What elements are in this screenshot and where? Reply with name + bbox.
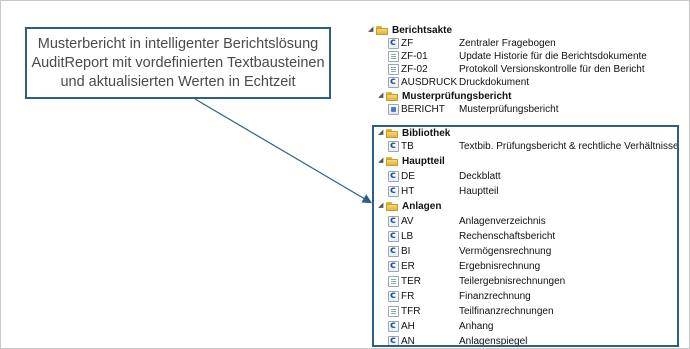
tree-item[interactable]: AN Anlagenspiegel bbox=[388, 335, 527, 347]
item-desc: Anlagenverzeichnis bbox=[459, 215, 546, 227]
tree-item[interactable]: DE Deckblatt bbox=[388, 170, 501, 182]
tree-item[interactable]: HT Hauptteil bbox=[388, 185, 498, 197]
folder-icon bbox=[385, 91, 399, 101]
expand-triangle-icon[interactable]: ◢ bbox=[368, 24, 375, 36]
item-desc: Teilfinanzrechnungen bbox=[459, 305, 554, 317]
folder-label: Berichtsakte bbox=[392, 24, 453, 36]
tree-item[interactable]: ZF Zentraler Fragebogen bbox=[388, 37, 556, 49]
item-code: HT bbox=[401, 185, 415, 197]
item-desc: Protokoll Versionskontrolle für den Beri… bbox=[459, 63, 645, 75]
item-code: TB bbox=[401, 140, 414, 152]
tree-item[interactable]: TFR Teilfinanzrechnungen bbox=[388, 305, 554, 317]
tree-folder-berichtsakte[interactable]: ◢ Berichtsakte bbox=[368, 24, 452, 36]
folder-label: Hauptteil bbox=[402, 155, 445, 167]
tree-item[interactable]: BI Vermögensrechnung bbox=[388, 245, 551, 257]
folder-icon bbox=[385, 156, 399, 166]
tree-folder-hauptteil[interactable]: ◢ Hauptteil bbox=[378, 155, 445, 167]
folder-label: Musterprüfungsbericht bbox=[402, 90, 512, 102]
folder-label: Anlagen bbox=[402, 200, 442, 212]
item-desc: Musterprüfungsbericht bbox=[459, 103, 559, 115]
item-code: TER bbox=[401, 275, 421, 287]
tree-item[interactable]: TER Teilergebnisrechnungen bbox=[388, 275, 565, 287]
c-doc-icon bbox=[388, 170, 399, 182]
c-doc-icon bbox=[388, 140, 399, 152]
item-code: ER bbox=[401, 260, 415, 272]
item-code: LB bbox=[401, 230, 414, 242]
blank-doc-icon bbox=[388, 305, 399, 317]
c-doc-icon bbox=[388, 76, 399, 88]
folder-label: Bibliothek bbox=[402, 127, 451, 139]
c-doc-icon bbox=[388, 230, 399, 242]
item-desc: Finanzrechnung bbox=[459, 290, 531, 302]
c-doc-icon bbox=[388, 260, 399, 272]
c-doc-icon bbox=[388, 37, 399, 49]
tree-item[interactable]: ZF-01 Update Historie für die Berichtsdo… bbox=[388, 50, 647, 62]
item-desc: Teilergebnisrechnungen bbox=[459, 275, 566, 287]
tree-item[interactable]: AH Anhang bbox=[388, 320, 493, 332]
item-desc: Vermögensrechnung bbox=[459, 245, 552, 257]
c-doc-icon bbox=[388, 185, 399, 197]
folder-icon bbox=[385, 128, 399, 138]
item-code: BERICHT bbox=[401, 103, 445, 115]
item-desc: Textbib. Prüfungsbericht & rechtliche Ve… bbox=[459, 140, 679, 152]
tree-item[interactable]: TB Textbib. Prüfungsbericht & rechtliche… bbox=[388, 140, 679, 152]
callout-line-3: und aktualisierten Werten in Echtzeit bbox=[60, 73, 296, 90]
item-code: ZF bbox=[401, 37, 414, 49]
expand-triangle-icon[interactable]: ◢ bbox=[378, 90, 385, 102]
item-code: BI bbox=[401, 245, 411, 257]
expand-triangle-icon[interactable]: ◢ bbox=[378, 200, 385, 212]
callout-box: Musterbericht in intelligenter Berichtsl… bbox=[25, 27, 331, 99]
folder-icon bbox=[375, 25, 389, 35]
item-code: AUSDRUCK bbox=[401, 76, 458, 88]
item-code: AN bbox=[401, 335, 415, 347]
callout-line-1: Musterbericht in intelligenter Berichtsl… bbox=[37, 35, 319, 52]
item-desc: Ergebnisrechnung bbox=[459, 260, 541, 272]
item-code: TFR bbox=[401, 305, 421, 317]
blank-doc-icon bbox=[388, 63, 399, 75]
c-doc-icon bbox=[388, 290, 399, 302]
tree-folder-bibliothek[interactable]: ◢ Bibliothek bbox=[378, 127, 450, 139]
item-desc: Hauptteil bbox=[459, 185, 499, 197]
blank-doc-icon bbox=[388, 50, 399, 62]
item-desc: Zentraler Fragebogen bbox=[459, 37, 556, 49]
callout-line-2: AuditReport mit vordefinierten Textbaust… bbox=[31, 54, 325, 71]
tree-item[interactable]: FR Finanzrechnung bbox=[388, 290, 531, 302]
c-doc-icon bbox=[388, 215, 399, 227]
c-doc-icon bbox=[388, 335, 399, 347]
tree-item[interactable]: ZF-02 Protokoll Versionskontrolle für de… bbox=[388, 63, 645, 75]
expand-triangle-icon[interactable]: ◢ bbox=[378, 127, 385, 139]
tree-item[interactable]: AV Anlagenverzeichnis bbox=[388, 215, 546, 227]
item-desc: Anlagenspiegel bbox=[459, 335, 528, 347]
item-desc: Anhang bbox=[459, 320, 494, 332]
expand-triangle-icon[interactable]: ◢ bbox=[378, 155, 385, 167]
item-code: ZF-02 bbox=[401, 63, 428, 75]
item-desc: Deckblatt bbox=[459, 170, 501, 182]
blank-doc-icon bbox=[388, 275, 399, 287]
item-desc: Rechenschaftsbericht bbox=[459, 230, 556, 242]
item-code: AH bbox=[401, 320, 415, 332]
item-code: FR bbox=[401, 290, 415, 302]
item-code: DE bbox=[401, 170, 415, 182]
tree-item[interactable]: AUSDRUCK Druckdokument bbox=[388, 76, 529, 88]
item-desc: Update Historie für die Berichtsdokument… bbox=[459, 50, 647, 62]
tree-folder-anlagen[interactable]: ◢ Anlagen bbox=[378, 200, 441, 212]
c-doc-icon bbox=[388, 245, 399, 257]
item-code: ZF-01 bbox=[401, 50, 428, 62]
report-doc-icon bbox=[388, 103, 399, 115]
item-code: AV bbox=[401, 215, 414, 227]
tree-folder-musterpruefungsbericht[interactable]: ◢ Musterprüfungsbericht bbox=[378, 90, 511, 102]
item-desc: Druckdokument bbox=[459, 76, 530, 88]
tree-item[interactable]: LB Rechenschaftsbericht bbox=[388, 230, 555, 242]
folder-icon bbox=[385, 201, 399, 211]
c-doc-icon bbox=[388, 320, 399, 332]
tree-item[interactable]: BERICHT Musterprüfungsbericht bbox=[388, 103, 559, 115]
tree-item[interactable]: ER Ergebnisrechnung bbox=[388, 260, 540, 272]
